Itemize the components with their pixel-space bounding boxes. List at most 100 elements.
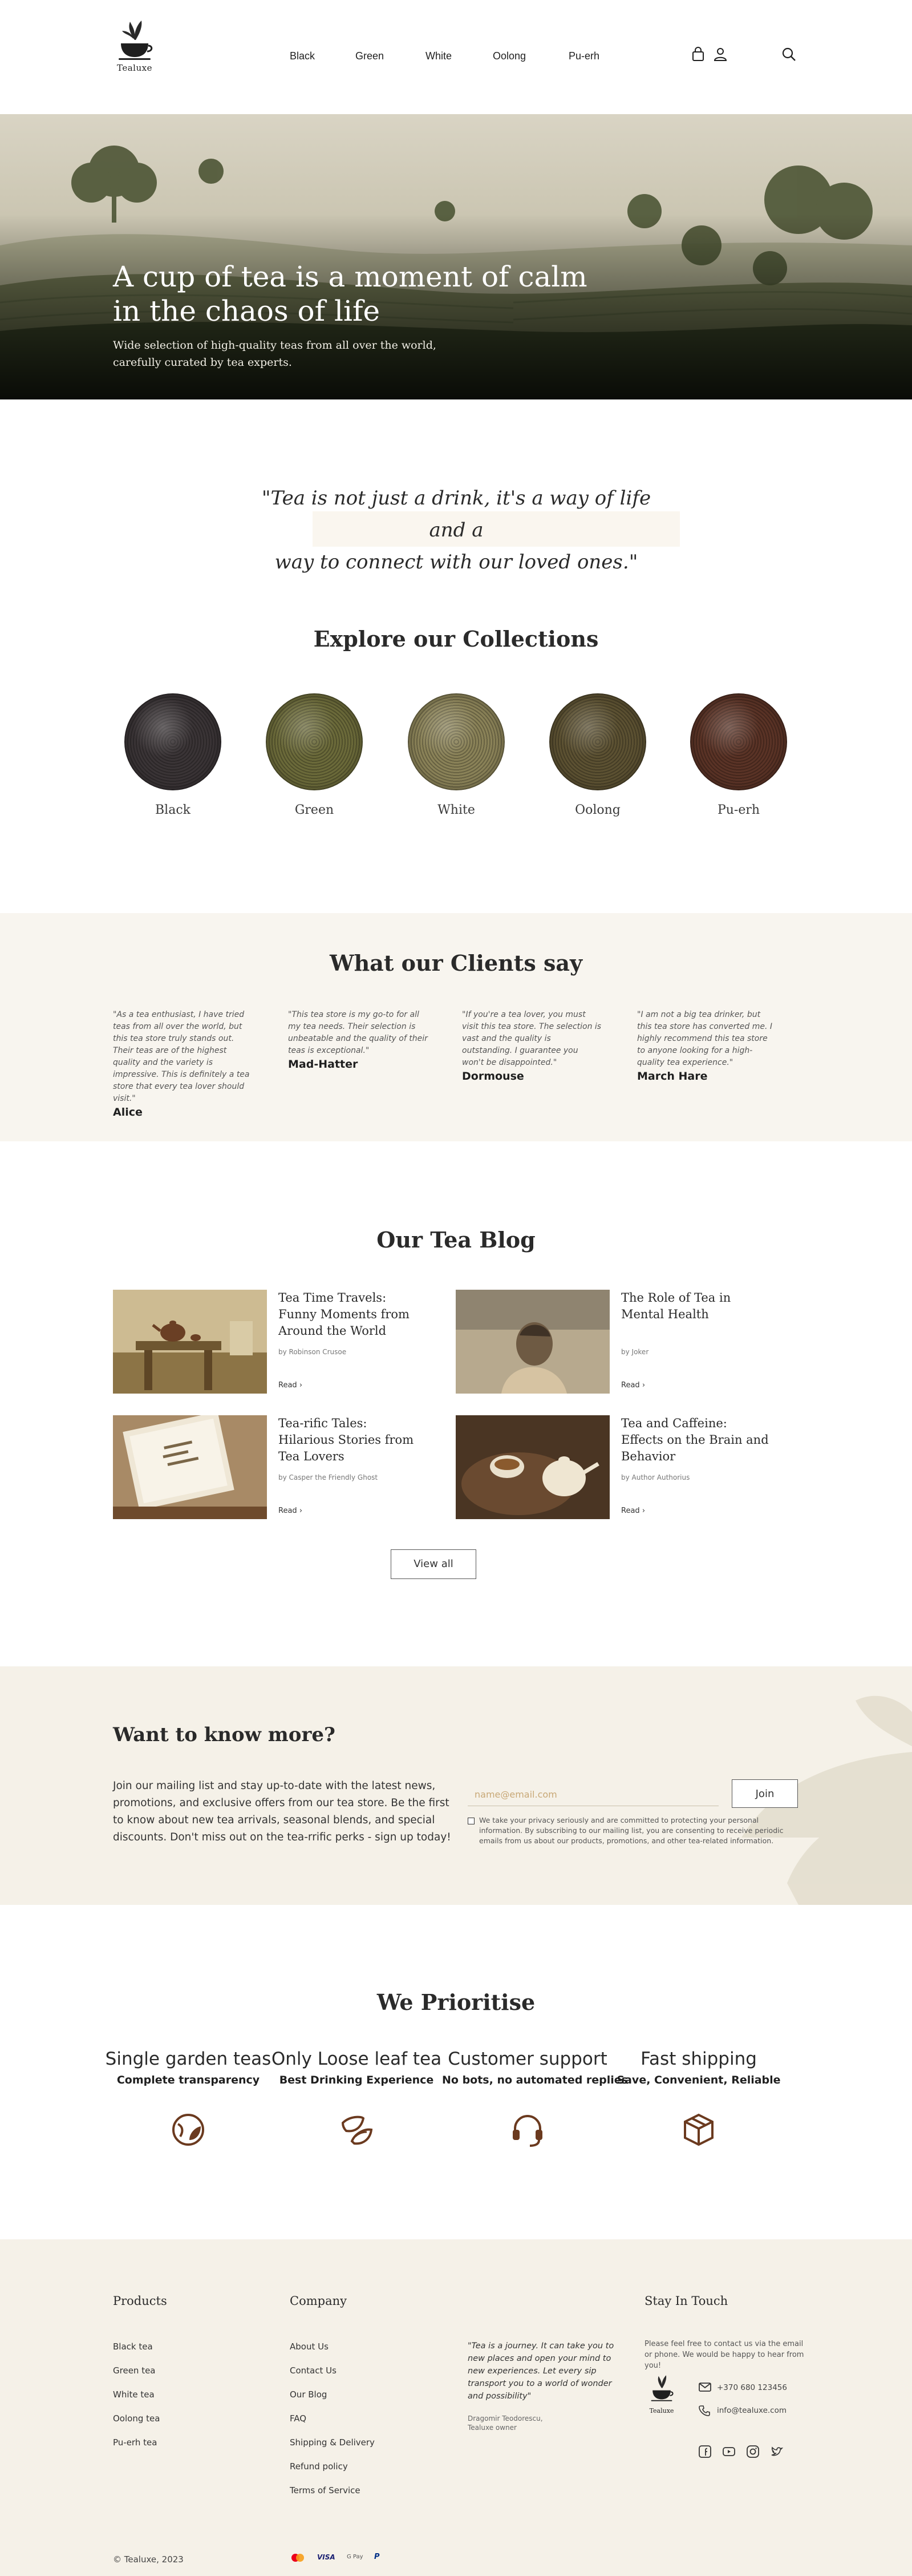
footer-company-link[interactable]: Refund policy <box>290 2461 348 2472</box>
footer-contact-heading: Stay In Touch <box>645 2294 728 2308</box>
logo[interactable]: Tealuxe <box>113 17 156 80</box>
nav-item-green[interactable]: Green <box>355 50 384 62</box>
footer-product-link[interactable]: Oolong tea <box>113 2413 160 2424</box>
footer-company-link[interactable]: Contact Us <box>290 2365 337 2376</box>
hero-title-line-2: in the chaos of life <box>113 294 380 328</box>
blog-read-link[interactable]: Read › <box>621 1381 645 1390</box>
footer-product-link[interactable]: Green tea <box>113 2365 156 2376</box>
blog-post-title[interactable]: Tea Time Travels: Funny Moments from Aro… <box>278 1290 427 1339</box>
blog-card[interactable]: Tea Time Travels: Funny Moments from Aro… <box>113 1290 455 1394</box>
footer-company-link[interactable]: About Us <box>290 2341 329 2352</box>
blog-post-title[interactable]: Tea and Caffeine: Effects on the Brain a… <box>621 1415 769 1465</box>
brand-quote: "Tea is not just a drink, it's a way of … <box>251 482 662 578</box>
footer-company-link[interactable]: FAQ <box>290 2413 306 2424</box>
blog-post-title[interactable]: The Role of Tea in Mental Health <box>621 1290 769 1323</box>
paypal-icon: P <box>374 2553 380 2561</box>
priority-subtitle: Complete transparency <box>116 2074 260 2086</box>
priority-title: Single garden teas <box>105 2049 271 2069</box>
footer-logo-text: Tealuxe <box>649 2407 674 2415</box>
prioritise-title: We Prioritise <box>376 1989 536 2015</box>
blog-read-link[interactable]: Read › <box>278 1381 302 1390</box>
tea-leaves-image <box>408 693 505 790</box>
user-icon[interactable] <box>713 47 728 62</box>
newsletter-description: Join our mailing list and stay up-to-dat… <box>113 1780 451 1843</box>
leaves-icon <box>341 2115 373 2145</box>
phone-icon <box>699 2405 710 2416</box>
testimonial-text: "If you're a tea lover, you must visit t… <box>462 1010 602 1067</box>
footer-product-link[interactable]: Pu-erh tea <box>113 2437 157 2448</box>
chevron-right-icon: › <box>299 1507 303 1515</box>
blog-read-link[interactable]: Read › <box>278 1507 302 1515</box>
testimonial: "I am not a big tea drinker, but this te… <box>637 1009 777 1083</box>
join-button[interactable]: Join <box>732 1779 798 1808</box>
collection-label: Black <box>155 803 190 817</box>
google-pay-icon: G Pay <box>347 2554 363 2560</box>
footer-email[interactable]: info@tealuxe.com <box>717 2406 787 2415</box>
youtube-icon[interactable] <box>723 2445 735 2458</box>
consent-checkbox[interactable] <box>468 1818 475 1824</box>
blog-card[interactable]: Tea-rific Tales: Hilarious Stories from … <box>113 1415 455 1519</box>
headset-icon <box>513 2115 542 2147</box>
footer-company-link[interactable]: Terms of Service <box>290 2485 360 2496</box>
payment-methods: VISA G Pay P <box>290 2551 404 2565</box>
nav-item-black[interactable]: Black <box>290 50 315 62</box>
collection-item[interactable]: Green <box>266 693 363 817</box>
footer-products-heading: Products <box>113 2294 167 2308</box>
mastercard-icon <box>291 2554 304 2562</box>
blog-post-author: by Joker <box>621 1348 649 1356</box>
search-icon[interactable] <box>781 47 796 62</box>
footer-contact-text: Please feel free to contact us via the e… <box>645 2340 804 2370</box>
chevron-right-icon: › <box>299 1381 303 1390</box>
hero-title-line-1: A cup of tea is a moment of calm <box>113 260 587 293</box>
footer-company-link[interactable]: Our Blog <box>290 2389 327 2400</box>
collection-item[interactable]: Oolong <box>549 693 646 817</box>
testimonial-text: "This tea store is my go-to for all my t… <box>288 1010 428 1055</box>
footer-logo[interactable]: Tealuxe <box>645 2371 679 2422</box>
priority-item: Only Loose leaf tea Best Drinking Experi… <box>271 2049 442 2151</box>
box-icon <box>684 2113 714 2146</box>
email-input[interactable] <box>468 1783 719 1806</box>
blog-read-link[interactable]: Read › <box>621 1507 645 1515</box>
mail-icon <box>699 2383 711 2392</box>
collection-item[interactable]: Black <box>124 693 221 817</box>
blog-read-label: Read <box>278 1507 297 1515</box>
blog-read-label: Read <box>278 1381 297 1390</box>
priority-item: Fast shipping Save, Convenient, Reliable <box>613 2049 784 2151</box>
hero-subtitle-line-2: carefully curated by tea experts. <box>113 356 292 369</box>
blog-read-label: Read <box>621 1381 640 1390</box>
footer-company-link[interactable]: Shipping & Delivery <box>290 2437 375 2448</box>
visa-icon: VISA <box>317 2553 335 2561</box>
priority-subtitle: No bots, no automated replies <box>442 2074 629 2086</box>
hero-banner: A cup of tea is a moment of calm in the … <box>0 114 912 399</box>
footer-phone[interactable]: +370 680 123456 <box>717 2383 787 2392</box>
blog-post-author: by Robinson Crusoe <box>278 1348 347 1356</box>
blog-post-title[interactable]: Tea-rific Tales: Hilarious Stories from … <box>278 1415 427 1465</box>
priority-subtitle: Best Drinking Experience <box>279 2074 434 2086</box>
blog-card[interactable]: Tea and Caffeine: Effects on the Brain a… <box>456 1415 798 1519</box>
view-all-button[interactable]: View all <box>391 1549 476 1579</box>
blog-image-teapot <box>113 1290 267 1394</box>
social-links <box>699 2445 790 2459</box>
collection-item[interactable]: Pu-erh <box>690 693 787 817</box>
testimonials-title: What our Clients say <box>329 950 583 976</box>
nav-item-pu-erh[interactable]: Pu-erh <box>569 50 599 62</box>
footer-product-link[interactable]: White tea <box>113 2389 155 2400</box>
footer-product-link[interactable]: Black tea <box>113 2341 153 2352</box>
tea-leaves-image <box>549 693 646 790</box>
nav-item-white[interactable]: White <box>425 50 452 62</box>
nav-item-oolong[interactable]: Oolong <box>493 50 526 62</box>
blog-post-author: by Author Authorius <box>621 1473 690 1481</box>
site-header: Tealuxe Black Green White Oolong Pu-erh <box>0 0 912 114</box>
facebook-icon[interactable] <box>699 2445 711 2458</box>
teacup-logo-icon <box>651 2375 674 2401</box>
twitter-icon[interactable] <box>771 2445 783 2458</box>
testimonial-author: Mad-Hatter <box>288 1058 358 1071</box>
shopping-bag-icon[interactable] <box>691 47 706 62</box>
instagram-icon[interactable] <box>747 2445 759 2458</box>
collection-item[interactable]: White <box>408 693 505 817</box>
newsletter-title: Want to know more? <box>113 1723 335 1746</box>
priority-title: Customer support <box>448 2049 607 2069</box>
footer-quote-author: Dragomir Teodorescu, Tealuxe owner <box>468 2414 582 2432</box>
blog-card[interactable]: The Role of Tea in Mental Health by Joke… <box>456 1290 798 1394</box>
brand-quote-line-2: way to connect with our loved ones." <box>274 551 638 574</box>
